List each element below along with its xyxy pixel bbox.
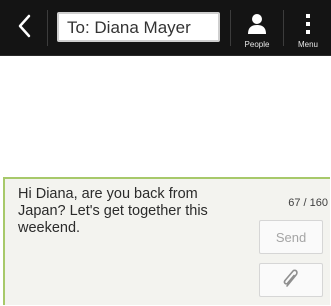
divider: [230, 10, 231, 46]
send-button[interactable]: Send: [259, 220, 323, 254]
paperclip-icon: [281, 267, 301, 294]
back-button[interactable]: [6, 10, 42, 46]
menu-label: Menu: [297, 40, 318, 49]
menu-button[interactable]: Menu: [286, 0, 330, 55]
top-bar: To: Diana Mayer People Menu: [0, 0, 331, 56]
divider: [47, 10, 48, 46]
attach-button[interactable]: [259, 263, 323, 297]
person-icon: [247, 13, 267, 35]
divider: [283, 10, 284, 46]
chevron-left-icon: [17, 14, 31, 43]
conversation-area: [0, 56, 331, 176]
character-counter: 67 / 160: [288, 197, 328, 209]
vertical-dots-icon: [305, 13, 311, 35]
people-label: People: [244, 40, 270, 49]
message-input[interactable]: Hi Diana, are you back from Japan? Let's…: [18, 186, 238, 237]
people-button[interactable]: People: [233, 0, 281, 55]
recipient-field[interactable]: To: Diana Mayer: [57, 12, 220, 42]
